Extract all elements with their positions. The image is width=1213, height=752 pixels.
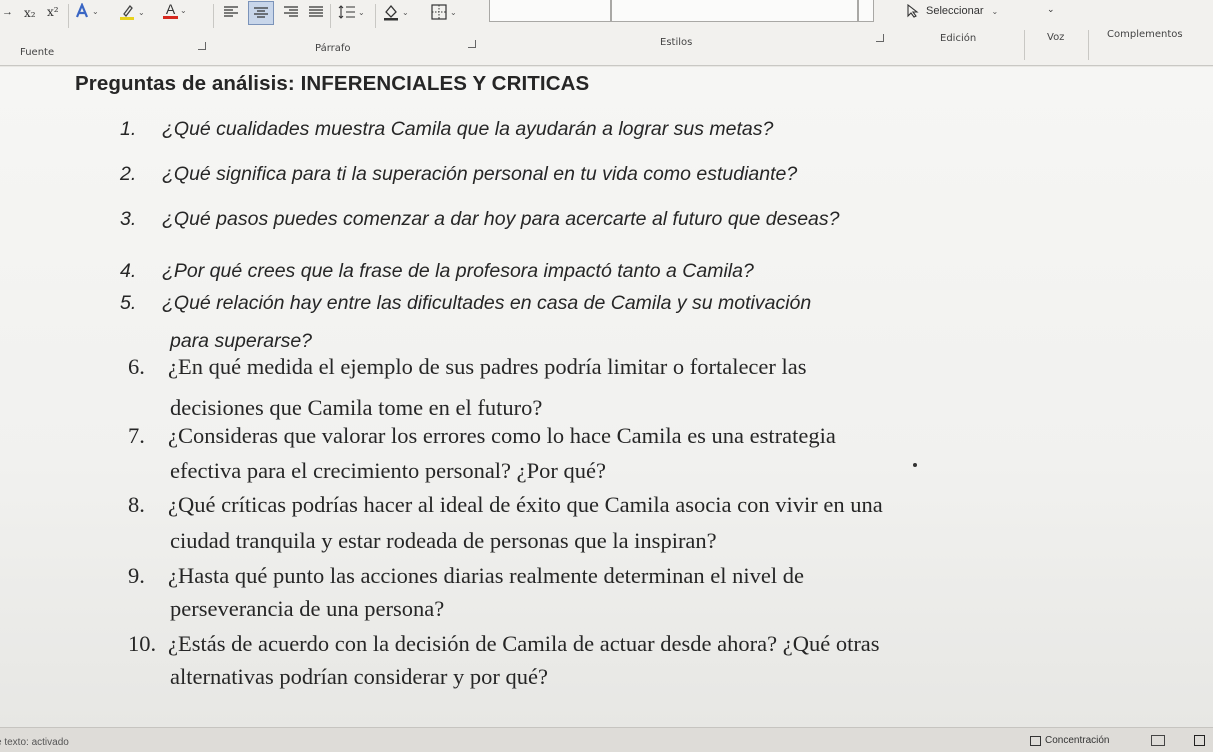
edicion-group-label: Edición [940,33,977,44]
borders-button[interactable]: ⌄ [430,3,457,21]
divider [213,4,214,28]
divider [68,4,69,28]
align-left-icon [224,6,238,17]
highlighter-icon [120,5,134,20]
align-center-button[interactable] [248,1,274,25]
divider [330,4,331,28]
align-center-icon [254,7,268,18]
divider [1024,30,1025,60]
align-right-icon [284,6,298,17]
print-layout-icon[interactable] [1194,735,1205,746]
estilos-dialog-launcher[interactable] [876,34,884,42]
fuente-dialog-launcher[interactable] [198,42,206,50]
style-no-spacing[interactable] [611,0,858,22]
focus-icon [1030,735,1041,746]
styles-scroll[interactable] [858,0,874,22]
superscript-button[interactable]: x² [47,5,59,19]
line-spacing-icon [338,5,355,19]
status-bar: e texto: activado Concentración [0,727,1213,752]
divider [1088,30,1089,60]
text-effects-icon [75,3,89,18]
style-normal[interactable] [489,0,611,22]
borders-icon [431,4,447,20]
align-left-button[interactable] [223,5,239,19]
fuente-group-label: Fuente [20,47,55,58]
focus-mode-button[interactable]: Concentración [1030,735,1109,746]
subscript-button[interactable]: x₂ [24,6,36,20]
dictate-dropdown[interactable]: ⌄ [1047,4,1055,15]
align-right-button[interactable] [283,5,299,19]
parrafo-group-label: Párrafo [315,43,351,54]
font-color-button[interactable]: A ⌄ [163,2,187,19]
justify-icon [309,6,323,17]
font-color-swatch [163,16,178,19]
estilos-group-label: Estilos [660,37,693,48]
read-mode-icon[interactable] [1151,735,1165,746]
text-predictions-status[interactable]: e texto: activado [0,737,69,748]
seleccionar-button[interactable]: Seleccionar ⌄ [906,4,998,18]
justify-button[interactable] [308,5,324,19]
ink-dot [913,463,917,467]
complementos-group-label: Complementos [1107,29,1183,40]
line-spacing-button[interactable]: ⌄ [338,5,365,19]
highlight-button[interactable]: ⌄ [118,3,145,21]
cursor-icon [907,4,919,18]
arrow-icon[interactable]: → [2,6,13,18]
paint-bucket-icon [384,4,398,21]
divider [375,4,376,28]
ribbon: → x₂ x² ⌄ ⌄ A ⌄ ⌄ ⌄ ⌄ Seleccionar ⌄ ⌄ Fu… [0,0,1213,66]
voz-group-label: Voz [1047,32,1065,43]
parrafo-dialog-launcher[interactable] [468,40,476,48]
page-title: Preguntas de análisis: INFERENCIALES Y C… [75,72,590,95]
shading-button[interactable]: ⌄ [382,3,409,21]
text-effects-button[interactable]: ⌄ [74,3,99,19]
